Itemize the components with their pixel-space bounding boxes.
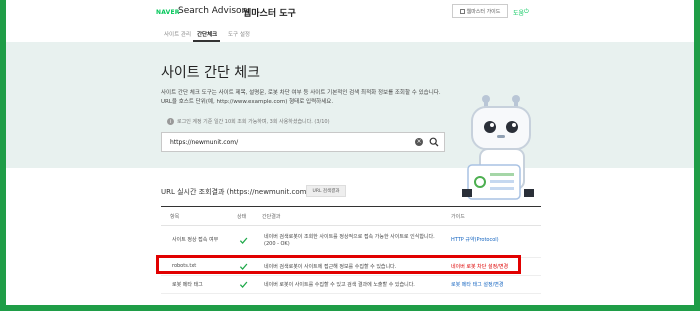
- url-input[interactable]: [170, 137, 400, 147]
- help-link[interactable]: 도움: [513, 8, 524, 17]
- tab-tool-settings[interactable]: 도구 설정: [228, 30, 250, 38]
- header-status: 상태: [237, 214, 247, 220]
- row-item: 로봇 메타 태그: [172, 282, 203, 288]
- row-result: 네이버 로봇이 사이트를 수집할 수 있고 검색 결과에 노출할 수 있습니다.: [264, 282, 415, 288]
- webmaster-tool-title[interactable]: 웹마스터 도구: [243, 6, 296, 19]
- hero-section: 사이트 간단 체크 사이트 간단 체크 도구는 사이트 제목, 설명문, 로봇 …: [6, 42, 694, 200]
- book-icon: [459, 8, 465, 14]
- row-guide-link[interactable]: 로봇 메타 태그 설정/변경: [451, 281, 503, 288]
- page-title: 사이트 간단 체크: [161, 65, 261, 81]
- results-title: URL 실시간 조회결과 (https://newmunit.com/): [161, 188, 312, 196]
- tab-simple-check[interactable]: 간단체크: [197, 30, 217, 38]
- robot-illustration: [462, 95, 534, 200]
- row-result-code: (200 - OK): [264, 241, 290, 247]
- check-icon: [239, 281, 248, 288]
- table-row: 사이트 정상 접속 여부 네이버 검색로봇이 조회한 사이트를 정상적으로 접속…: [161, 224, 541, 258]
- webmaster-guide-label: 웹마스터 가이드: [466, 8, 501, 15]
- url-search-box: ×: [161, 132, 445, 152]
- hero-description-line2: URL을 호스트 단위(예, http://www.example.com) 형…: [161, 99, 334, 105]
- webmaster-guide-button[interactable]: 웹마스터 가이드: [452, 4, 508, 18]
- power-icon[interactable]: ⏻: [524, 8, 529, 16]
- table-row-partial: [161, 293, 541, 305]
- usage-notice: i 로그인 계정 기준 일간 10회 조회 가능하며, 3회 사용하셨습니다. …: [167, 118, 330, 125]
- table-row: 로봇 메타 태그 네이버 로봇이 사이트를 수집할 수 있고 검색 결과에 노출…: [161, 275, 541, 294]
- search-advisor-logo[interactable]: Search Advisor: [178, 6, 245, 16]
- tab-nav: 사이트 관리 간단체크 도구 설정: [6, 26, 694, 43]
- check-icon: [239, 237, 248, 244]
- robots-row-highlight-box: [156, 255, 521, 274]
- clear-icon[interactable]: ×: [415, 138, 423, 146]
- tab-site-management[interactable]: 사이트 관리: [164, 30, 191, 38]
- header-result: 간단결과: [262, 214, 281, 220]
- header-guide: 가이드: [451, 214, 465, 220]
- browser-page: NAVER Search Advisor 웹마스터 도구 웹마스터 가이드 도움…: [6, 0, 694, 305]
- top-header: NAVER Search Advisor 웹마스터 도구 웹마스터 가이드 도움…: [6, 0, 694, 26]
- row-result: 네이버 검색로봇이 조회한 사이트를 정상적으로 접속 가능한 사이트로 인식합…: [264, 234, 435, 240]
- hero-description-line1: 사이트 간단 체크 도구는 사이트 제목, 설명문, 로봇 차단 여부 등 사이…: [161, 90, 441, 96]
- row-item: 사이트 정상 접속 여부: [172, 237, 219, 243]
- usage-notice-text: 로그인 계정 기준 일간 10회 조회 가능하며, 3회 사용하셨습니다. (3…: [177, 119, 330, 125]
- row-guide-link[interactable]: HTTP 규약(Protocol): [451, 236, 499, 243]
- search-icon[interactable]: [429, 137, 439, 147]
- url-search-result-button[interactable]: URL 검색결과: [306, 185, 346, 197]
- info-icon: i: [167, 118, 174, 125]
- results-table-header: 항목 상태 간단결과 가이드: [161, 206, 541, 226]
- header-item: 항목: [170, 214, 180, 220]
- naver-logo[interactable]: NAVER: [156, 9, 180, 16]
